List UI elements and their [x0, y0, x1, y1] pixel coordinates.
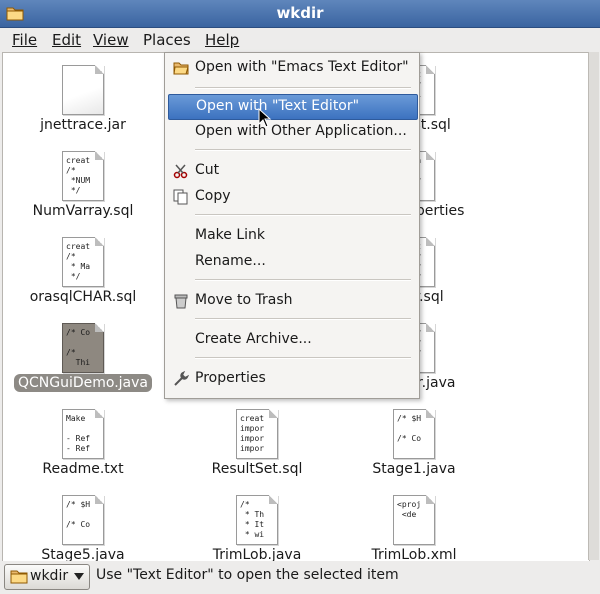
menu-rename-label: Rename...	[195, 253, 266, 269]
menu-places[interactable]: Places	[141, 31, 193, 49]
menu-separator	[195, 318, 411, 320]
menu-cut-label: Cut	[195, 162, 220, 178]
title-bar[interactable]: wkdir	[0, 0, 600, 28]
menu-properties-label: Properties	[195, 370, 266, 386]
file-item-jnettrace-jar[interactable]: jnettrace.jar	[3, 53, 163, 139]
folder-open-icon	[173, 62, 189, 75]
file-name: Stage1.java	[372, 461, 456, 477]
menu-edit[interactable]: Edit	[50, 31, 83, 49]
file-preview: /* $H /* Co	[397, 414, 422, 443]
file-item-trimlob-java[interactable]: /* * Th * It * wi TrimLob.java	[177, 483, 337, 562]
vertical-scrollbar[interactable]	[588, 52, 599, 560]
menu-open-with-emacs-label: Open with "Emacs Text Editor"	[195, 59, 409, 75]
menu-help[interactable]: Help	[203, 31, 241, 49]
menu-separator	[195, 87, 411, 89]
menu-separator	[195, 357, 411, 359]
menu-edit-label: Edit	[52, 31, 82, 49]
file-item-resultset-sql[interactable]: creat impor impor impor ResultSet.sql	[177, 397, 337, 483]
text-file-icon: creat impor impor impor	[236, 409, 278, 459]
file-preview: /* Co /* Thi	[66, 328, 91, 367]
file-preview: /* $H /* Co	[66, 500, 91, 529]
menu-open-with-other-application[interactable]: Open with Other Application...	[168, 120, 416, 144]
file-preview: creat impor impor impor	[240, 414, 265, 453]
text-file-icon: <proj <de	[393, 495, 435, 545]
text-file-icon: /* $H /* Co	[393, 409, 435, 459]
status-bar: wkdir Use "Text Editor" to open the sele…	[0, 561, 600, 594]
text-file-icon: Make - Ref - Ref	[62, 409, 104, 459]
window-title: wkdir	[276, 4, 324, 22]
menu-separator	[195, 149, 411, 151]
file-item-trimlob-xml[interactable]: <proj <de TrimLob.xml	[334, 483, 494, 562]
menu-open-with-other-label: Open with Other Application...	[195, 123, 407, 139]
text-file-icon: creat /* *NUM */	[62, 151, 104, 201]
jar-file-icon	[62, 65, 104, 115]
file-name: Stage5.java	[41, 547, 125, 562]
file-preview: <proj <de	[397, 500, 422, 519]
context-menu: Open with "Emacs Text Editor" Open with …	[164, 52, 420, 399]
status-message: Use "Text Editor" to open the selected i…	[96, 567, 399, 583]
file-name: TrimLob.java	[212, 547, 302, 562]
menu-help-label: Help	[205, 31, 240, 49]
copy-icon	[173, 189, 188, 205]
file-preview: /* * Th * It * wi	[240, 500, 265, 539]
menu-move-to-trash[interactable]: Move to Trash	[168, 289, 416, 313]
file-item-numvarray-sql[interactable]: creat /* *NUM */ NumVarray.sql	[3, 139, 163, 225]
menu-bar: File Edit View Places Help	[0, 28, 600, 52]
menu-create-archive-label: Create Archive...	[195, 331, 312, 347]
file-preview: creat /* * Ma */	[66, 242, 91, 281]
menu-view[interactable]: View	[91, 31, 131, 49]
file-item-qcnguidemo-java[interactable]: /* Co /* Thi QCNGuiDemo.java	[3, 311, 163, 397]
file-name: jnettrace.jar	[40, 117, 126, 133]
menu-file[interactable]: File	[10, 31, 39, 49]
menu-copy[interactable]: Copy	[168, 185, 416, 209]
file-preview: Make - Ref - Ref	[66, 414, 91, 453]
menu-create-archive[interactable]: Create Archive...	[168, 328, 416, 352]
chevron-down-icon	[74, 573, 84, 580]
file-item-readme-txt[interactable]: Make - Ref - Ref Readme.txt	[3, 397, 163, 483]
file-name: orasqlCHAR.sql	[29, 289, 137, 305]
menu-view-label: View	[93, 31, 129, 49]
trash-icon	[174, 294, 188, 309]
mouse-cursor-icon	[258, 108, 272, 128]
text-file-icon: /* Co /* Thi	[62, 323, 104, 373]
file-item-stage5-java[interactable]: /* $H /* Co Stage5.java	[3, 483, 163, 562]
file-item-orasqlchar-sql[interactable]: creat /* * Ma */ orasqlCHAR.sql	[3, 225, 163, 311]
text-file-icon: creat /* * Ma */	[62, 237, 104, 287]
location-button[interactable]: wkdir	[4, 564, 90, 590]
folder-icon	[10, 570, 28, 584]
menu-file-label: File	[12, 31, 38, 49]
wrench-icon	[174, 371, 189, 386]
text-file-icon: /* * Th * It * wi	[236, 495, 278, 545]
scissors-icon	[173, 164, 188, 179]
file-name: ResultSet.sql	[211, 461, 303, 477]
menu-open-with-emacs[interactable]: Open with "Emacs Text Editor"	[168, 56, 416, 80]
menu-open-with-text-editor-label: Open with "Text Editor"	[196, 98, 360, 114]
file-name: TrimLob.xml	[371, 547, 457, 562]
file-preview: creat /* *NUM */	[66, 156, 91, 195]
menu-move-to-trash-label: Move to Trash	[195, 292, 293, 308]
menu-make-link[interactable]: Make Link	[168, 224, 416, 248]
menu-rename[interactable]: Rename...	[168, 250, 416, 274]
menu-properties[interactable]: Properties	[168, 367, 416, 391]
file-item-stage1-java[interactable]: /* $H /* Co Stage1.java	[334, 397, 494, 483]
file-name: NumVarray.sql	[32, 203, 134, 219]
menu-cut[interactable]: Cut	[168, 159, 416, 183]
menu-separator	[195, 279, 411, 281]
text-file-icon: /* $H /* Co	[62, 495, 104, 545]
file-name: Readme.txt	[42, 461, 124, 477]
location-button-label: wkdir	[30, 568, 69, 584]
menu-copy-label: Copy	[195, 188, 231, 204]
file-name: QCNGuiDemo.java	[13, 374, 152, 392]
menu-make-link-label: Make Link	[195, 227, 265, 243]
menu-open-with-text-editor[interactable]: Open with "Text Editor"	[168, 94, 418, 120]
menu-separator	[195, 214, 411, 216]
